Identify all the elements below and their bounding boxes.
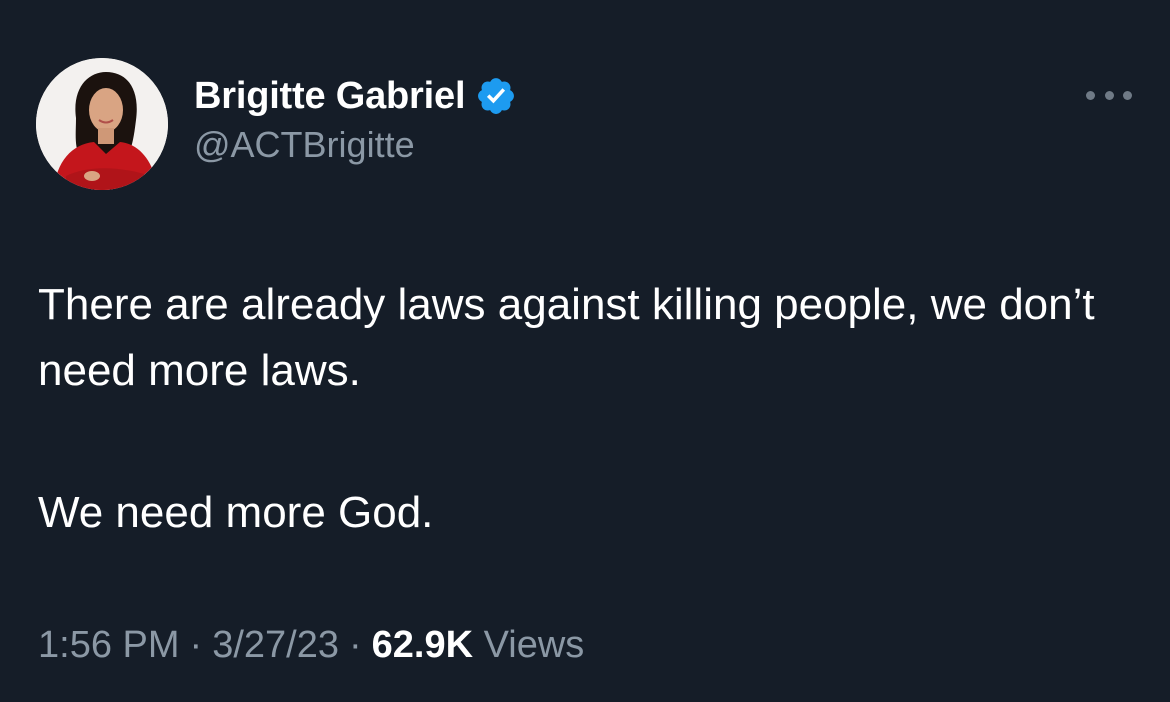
tweet: Brigitte Gabriel @ACTBrigitte There are … [0, 0, 1170, 702]
avatar[interactable] [36, 58, 168, 190]
handle[interactable]: @ACTBrigitte [194, 124, 517, 166]
tweet-date[interactable]: 3/27/23 [212, 624, 339, 666]
tweet-time[interactable]: 1:56 PM [38, 624, 180, 666]
more-dot [1104, 90, 1114, 100]
more-dot [1086, 90, 1095, 100]
views-label[interactable]: Views [484, 624, 585, 666]
tweet-paragraph: There are already laws against killing p… [38, 280, 1095, 395]
tweet-meta: 1:56 PM · 3/27/23 · 62.9K Views [38, 620, 584, 670]
tweet-paragraph: We need more God. [38, 488, 434, 537]
profile-photo [36, 58, 168, 190]
meta-separator: · [189, 624, 203, 666]
verified-badge-icon[interactable] [475, 75, 517, 117]
author-block: Brigitte Gabriel @ACTBrigitte [194, 70, 517, 166]
meta-separator: · [348, 624, 362, 666]
display-name[interactable]: Brigitte Gabriel [194, 75, 466, 118]
more-dot [1123, 90, 1132, 100]
more-options-icon[interactable] [1086, 80, 1132, 110]
tweet-text: There are already laws against killing p… [38, 272, 1138, 546]
views-count[interactable]: 62.9K [372, 624, 473, 666]
name-row: Brigitte Gabriel [194, 70, 517, 122]
